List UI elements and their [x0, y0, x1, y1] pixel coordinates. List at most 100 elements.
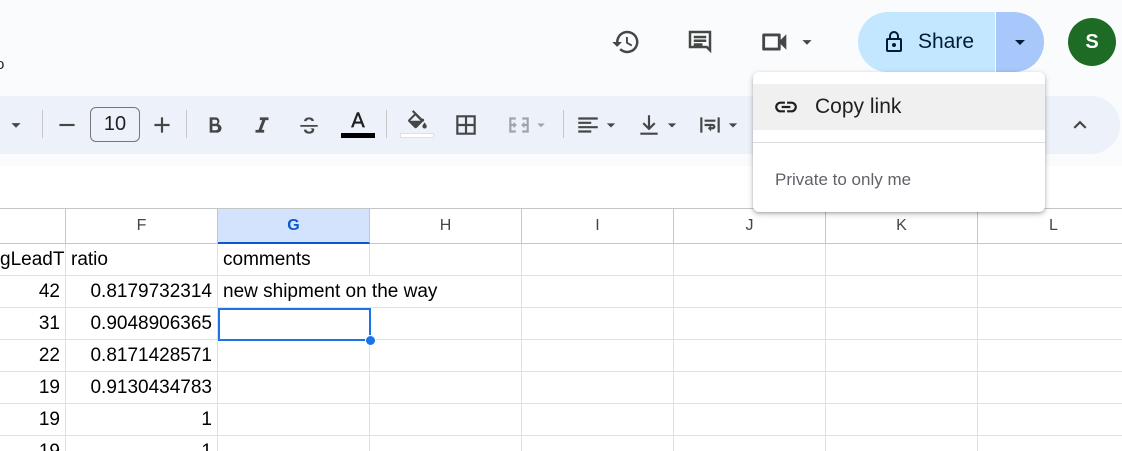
grid-cell[interactable] — [674, 276, 826, 308]
grid-cell[interactable] — [370, 276, 522, 308]
grid-cell[interactable] — [522, 404, 674, 436]
horizontal-align-button[interactable] — [572, 96, 624, 154]
collapse-toolbar-button[interactable] — [1062, 96, 1098, 154]
merge-cells-button[interactable] — [500, 96, 556, 154]
fill-color-swatch — [400, 133, 434, 138]
grid-cell[interactable] — [522, 372, 674, 404]
grid-cell[interactable]: 19 — [0, 436, 66, 451]
toolbar-divider — [186, 110, 187, 138]
grid-cell[interactable]: 0.9048906365 — [66, 308, 218, 340]
grid-cell[interactable]: new shipment on the way — [218, 276, 437, 308]
text-color-button[interactable] — [341, 96, 375, 154]
column-header-e[interactable] — [0, 208, 66, 244]
grid-cell[interactable] — [978, 372, 1122, 404]
grid-cell[interactable]: 42 — [0, 276, 66, 308]
grid-cell[interactable] — [978, 244, 1122, 276]
column-header-l[interactable]: L — [978, 208, 1122, 244]
share-button[interactable]: Share — [858, 12, 995, 72]
grid-cell[interactable] — [826, 436, 978, 451]
grid-cell[interactable] — [674, 340, 826, 372]
column-header-f[interactable]: F — [66, 208, 218, 244]
copy-link-menu-item[interactable]: Copy link — [753, 84, 1045, 130]
column-header-g[interactable]: G — [218, 208, 370, 244]
grid-cell[interactable] — [826, 340, 978, 372]
grid-cell[interactable] — [674, 404, 826, 436]
grid-cell[interactable] — [826, 244, 978, 276]
grid-cell[interactable]: 19 — [0, 372, 66, 404]
font-dropdown-arrow[interactable] — [2, 96, 30, 154]
strikethrough-icon — [300, 117, 318, 134]
share-label: Share — [918, 30, 975, 53]
sheets-window: o Share S 10 F G H I J K L gLeadT ratio … — [0, 0, 1122, 451]
active-cell-selection[interactable] — [218, 308, 371, 341]
grid-cell[interactable] — [218, 436, 370, 451]
grid-cell[interactable] — [522, 244, 674, 276]
grid-cell[interactable] — [522, 308, 674, 340]
grid-cell[interactable] — [370, 436, 522, 451]
grid-cell[interactable] — [370, 404, 522, 436]
borders-button[interactable] — [451, 96, 481, 154]
grid-cell[interactable]: 0.8179732314 — [66, 276, 218, 308]
fill-color-button[interactable] — [400, 96, 434, 154]
column-header-h[interactable]: H — [370, 208, 522, 244]
grid-cell[interactable] — [370, 340, 522, 372]
decrease-font-size-button[interactable] — [52, 96, 82, 154]
grid-cell[interactable] — [370, 308, 522, 340]
menu-text-fragment[interactable]: o — [0, 56, 4, 73]
grid-cell[interactable] — [218, 340, 370, 372]
video-camera-icon — [762, 33, 787, 51]
version-history-button[interactable] — [606, 22, 646, 62]
grid-cell[interactable] — [218, 404, 370, 436]
merge-cells-icon — [509, 117, 529, 133]
grid-cell[interactable]: ratio — [66, 244, 218, 276]
strikethrough-button[interactable] — [294, 96, 324, 154]
grid-cell[interactable] — [674, 244, 826, 276]
column-header-j[interactable]: J — [674, 208, 826, 244]
grid-cell[interactable]: 1 — [66, 436, 218, 451]
plus-icon — [154, 117, 170, 133]
share-options-dropdown[interactable] — [996, 12, 1044, 72]
grid-cell[interactable] — [674, 308, 826, 340]
grid-cell[interactable]: 0.8171428571 — [66, 340, 218, 372]
chevron-down-icon — [1015, 40, 1025, 45]
grid-cell[interactable] — [826, 372, 978, 404]
grid-cell[interactable] — [978, 308, 1122, 340]
grid-cell[interactable] — [978, 436, 1122, 451]
grid-cell[interactable] — [674, 436, 826, 451]
grid-cell[interactable]: 31 — [0, 308, 66, 340]
text-wrapping-button[interactable] — [694, 96, 746, 154]
grid-cell[interactable] — [522, 276, 674, 308]
account-avatar[interactable]: S — [1068, 18, 1116, 66]
grid-cell[interactable]: comments — [218, 244, 370, 276]
grid-cell[interactable] — [826, 404, 978, 436]
grid-cell[interactable]: 19 — [0, 404, 66, 436]
history-icon — [612, 30, 639, 54]
italic-button[interactable] — [247, 96, 277, 154]
toolbar-divider — [563, 110, 564, 138]
grid-cell[interactable] — [826, 276, 978, 308]
grid-cell[interactable]: 22 — [0, 340, 66, 372]
meet-button[interactable] — [758, 22, 830, 62]
grid-cell[interactable] — [978, 276, 1122, 308]
grid-cell[interactable] — [522, 340, 674, 372]
vertical-align-button[interactable] — [634, 96, 684, 154]
grid-cell[interactable] — [218, 372, 370, 404]
grid-cell[interactable] — [826, 308, 978, 340]
comments-button[interactable] — [680, 22, 720, 62]
column-header-k[interactable]: K — [826, 208, 978, 244]
lock-icon — [886, 31, 902, 52]
fill-handle[interactable] — [365, 335, 376, 346]
grid-cell[interactable] — [370, 244, 522, 276]
bold-button[interactable] — [199, 96, 229, 154]
grid-cell[interactable]: gLeadT — [0, 244, 66, 276]
grid-cell[interactable] — [978, 340, 1122, 372]
font-size-input[interactable]: 10 — [90, 107, 140, 142]
grid-cell[interactable]: 0.9130434783 — [66, 372, 218, 404]
column-header-i[interactable]: I — [522, 208, 674, 244]
grid-cell[interactable] — [370, 372, 522, 404]
grid-cell[interactable] — [674, 372, 826, 404]
grid-cell[interactable] — [978, 404, 1122, 436]
increase-font-size-button[interactable] — [147, 96, 177, 154]
grid-cell[interactable]: 1 — [66, 404, 218, 436]
grid-cell[interactable] — [522, 436, 674, 451]
